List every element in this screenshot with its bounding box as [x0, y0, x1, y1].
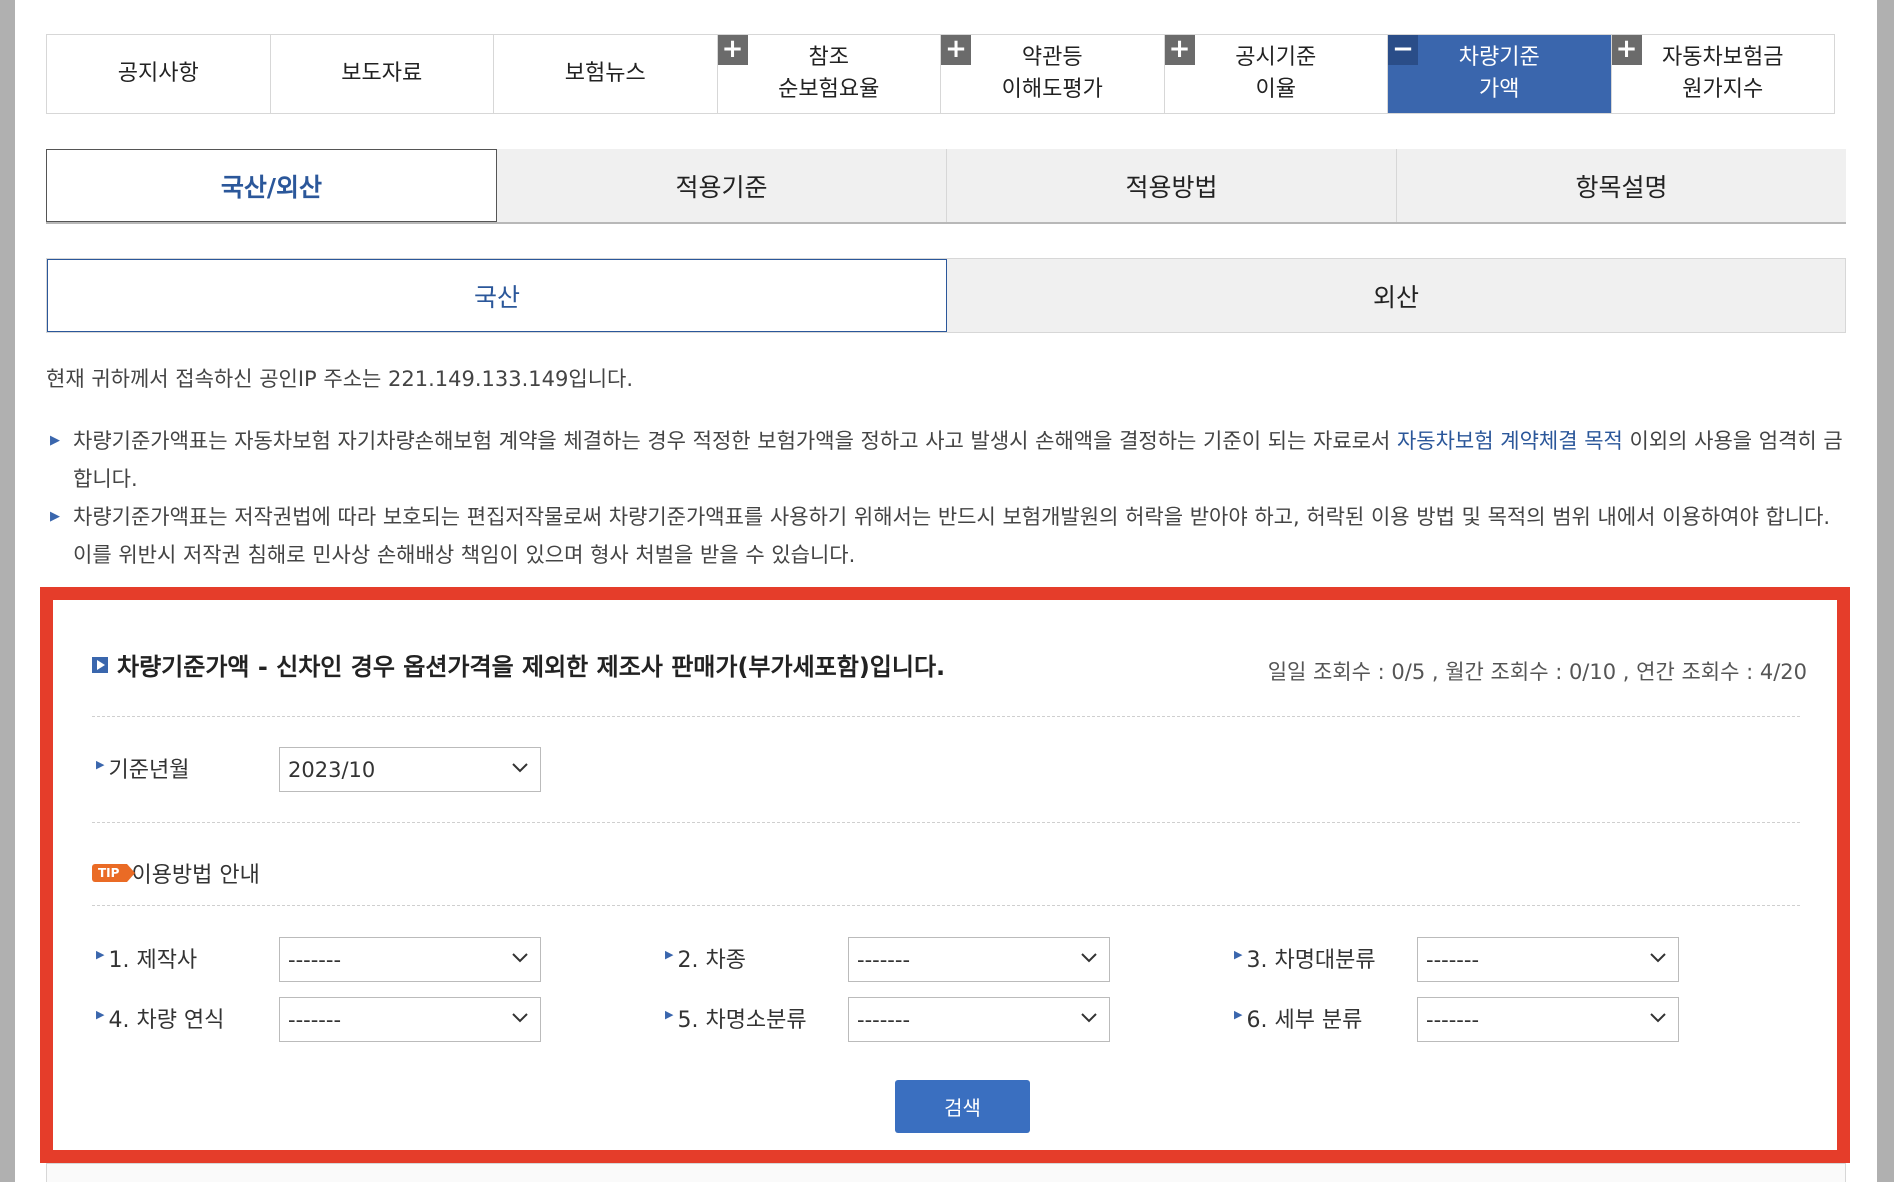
vehicle-type-select[interactable]: ------- [848, 937, 1110, 982]
model-major-label: ▶ 3. 차명대분류 [1234, 942, 1376, 974]
manufacturer-select[interactable]: ------- [279, 937, 541, 982]
expand-icon[interactable]: + [1164, 35, 1195, 65]
arrow-right-icon: ▶ [1234, 1007, 1243, 1021]
model-major-select[interactable]: ------- [1417, 937, 1679, 982]
tab-label: 차량기준 가액 [1458, 45, 1540, 102]
arrow-right-icon: ▶ [96, 757, 105, 771]
chevron-down-icon [1650, 953, 1666, 963]
expand-icon[interactable]: + [941, 35, 971, 65]
usage-guide-label: 이용방법 안내 [131, 863, 260, 888]
tab-press[interactable]: 보도자료 [271, 35, 494, 113]
usage-guide[interactable]: TIP 이용방법 안내 [92, 857, 260, 889]
expand-icon[interactable]: + [1611, 35, 1642, 65]
tab-label: 보험뉴스 [564, 61, 646, 86]
content-bottom-edge [46, 1163, 1846, 1182]
panel-title-text: 차량기준가액 - 신차인 경우 옵션가격을 제외한 제조사 판매가(부가세포함)… [117, 653, 946, 681]
model-minor-label: ▶ 5. 차명소분류 [665, 1002, 807, 1034]
base-month-select[interactable]: 2023/10 [279, 747, 541, 792]
origin-tabs: 국산 외산 [46, 258, 1846, 333]
tab-label: 약관등 이해도평가 [1001, 45, 1103, 102]
search-button[interactable]: 검색 [895, 1080, 1030, 1133]
expand-icon[interactable]: + [717, 35, 748, 65]
select-value: ------- [288, 1007, 342, 1032]
chevron-down-icon [1650, 1013, 1666, 1023]
notice-list: ▶ 차량기준가액표는 자동차보험 자기차량손해보험 계약을 체결하는 경우 적정… [46, 422, 1846, 574]
arrow-right-icon: ▶ [96, 1007, 105, 1021]
chevron-down-icon [512, 763, 528, 773]
arrow-right-icon: ▶ [665, 1007, 674, 1021]
sub-tabs: 국산/외산 적용기준 적용방법 항목설명 [46, 149, 1846, 224]
chevron-down-icon [1081, 953, 1097, 963]
tab-label: 공지사항 [117, 61, 199, 86]
notice-text: 차량기준가액표는 저작권법에 따라 보호되는 편집저작물로써 차량기준가액표를 … [73, 505, 1831, 567]
tip-badge-icon: TIP [92, 864, 137, 882]
chevron-down-icon [512, 953, 528, 963]
divider [92, 822, 1800, 823]
field-label-text: 5. 차명소분류 [677, 1008, 807, 1033]
tab-label: 참조 순보험요율 [778, 45, 880, 102]
tab-foreign[interactable]: 외산 [947, 259, 1845, 332]
tab-criteria[interactable]: 적용기준 [497, 149, 947, 222]
tab-terms-evaluation[interactable]: + 약관등 이해도평가 [941, 35, 1165, 113]
tab-notices[interactable]: 공지사항 [47, 35, 271, 113]
page: 공지사항 보도자료 보험뉴스 + 참조 순보험요율 + 약관등 이해도평가 + … [15, 0, 1877, 1182]
bullet-arrow-icon: ▶ [50, 433, 60, 448]
tab-reference-rates[interactable]: + 참조 순보험요율 [717, 35, 941, 113]
tab-domestic[interactable]: 국산 [47, 259, 947, 332]
chevron-down-icon [512, 1013, 528, 1023]
field-label-text: 6. 세부 분류 [1246, 1008, 1363, 1033]
tab-insurance-news[interactable]: 보험뉴스 [494, 35, 718, 113]
select-value: ------- [1426, 947, 1480, 972]
tab-domestic-foreign[interactable]: 국산/외산 [46, 149, 497, 222]
select-value: ------- [1426, 1007, 1480, 1032]
arrow-right-icon: ▶ [96, 947, 105, 961]
list-item: ▶ 차량기준가액표는 자동차보험 자기차량손해보험 계약을 체결하는 경우 적정… [46, 422, 1846, 498]
view-counts: 일일 조회수 : 0/5 , 월간 조회수 : 0/10 , 연간 조회수 : … [1267, 660, 1807, 684]
chevron-down-icon [1081, 1013, 1097, 1023]
select-value: 2023/10 [288, 757, 376, 782]
model-minor-select[interactable]: ------- [848, 997, 1110, 1042]
manufacturer-label: ▶ 1. 제작사 [96, 942, 197, 974]
bullet-arrow-icon: ▶ [50, 509, 60, 524]
base-month-label: ▶ 기준년월 [96, 752, 189, 784]
collapse-icon[interactable]: − [1388, 35, 1418, 65]
divider [92, 716, 1800, 717]
select-value: ------- [857, 947, 911, 972]
field-label-text: 4. 차량 연식 [108, 1008, 225, 1033]
notice-text: 차량기준가액표는 자동차보험 자기차량손해보험 계약을 체결하는 경우 적정한 … [73, 429, 1397, 453]
list-item: ▶ 차량기준가액표는 저작권법에 따라 보호되는 편집저작물로써 차량기준가액표… [46, 498, 1846, 574]
play-square-icon [92, 656, 108, 673]
vehicle-search-panel: 차량기준가액 - 신차인 경우 옵션가격을 제외한 제조사 판매가(부가세포함)… [40, 587, 1850, 1163]
contract-purpose-link[interactable]: 자동차보험 계약체결 목적 [1397, 429, 1623, 453]
arrow-right-icon: ▶ [665, 947, 674, 961]
category-tabs: 공지사항 보도자료 보험뉴스 + 참조 순보험요율 + 약관등 이해도평가 + … [46, 34, 1835, 114]
field-label-text: 3. 차명대분류 [1246, 948, 1376, 973]
field-label-text: 2. 차종 [677, 948, 746, 973]
vehicle-type-label: ▶ 2. 차종 [665, 942, 746, 974]
model-year-label: ▶ 4. 차량 연식 [96, 1002, 224, 1034]
tab-label: 자동차보험금 원가지수 [1662, 45, 1784, 102]
field-label-text: 1. 제작사 [108, 948, 198, 973]
tab-item-description[interactable]: 항목설명 [1397, 149, 1846, 222]
select-value: ------- [288, 947, 342, 972]
detail-class-select[interactable]: ------- [1417, 997, 1679, 1042]
select-value: ------- [857, 1007, 911, 1032]
ip-notice: 현재 귀하께서 접속하신 공인IP 주소는 221.149.133.149입니다… [46, 367, 634, 391]
panel-title: 차량기준가액 - 신차인 경우 옵션가격을 제외한 제조사 판매가(부가세포함)… [92, 647, 945, 682]
divider [92, 905, 1800, 906]
tab-claim-cost-index[interactable]: + 자동차보험금 원가지수 [1611, 35, 1835, 113]
model-year-select[interactable]: ------- [279, 997, 541, 1042]
tab-label: 보도자료 [341, 61, 423, 86]
field-label-text: 기준년월 [108, 758, 190, 783]
arrow-right-icon: ▶ [1234, 947, 1243, 961]
detail-class-label: ▶ 6. 세부 분류 [1234, 1002, 1362, 1034]
tab-method[interactable]: 적용방법 [947, 149, 1397, 222]
tab-disclosure-rate[interactable]: + 공시기준 이율 [1164, 35, 1388, 113]
tab-vehicle-value[interactable]: − 차량기준 가액 [1388, 35, 1612, 113]
tab-label: 공시기준 이율 [1235, 45, 1317, 102]
